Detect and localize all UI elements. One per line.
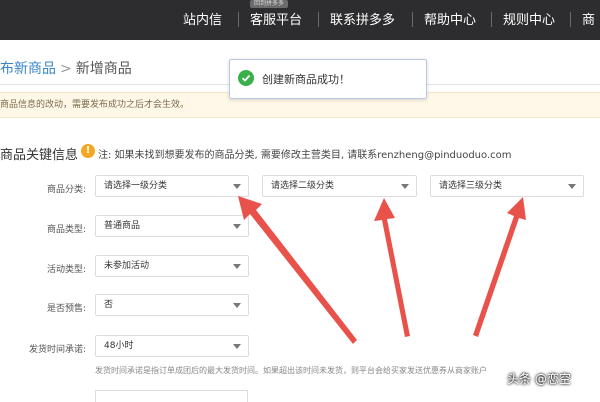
annotation-arrow-level2 <box>374 198 410 337</box>
annotation-arrow-level1 <box>238 196 357 344</box>
annotation-arrows <box>238 196 526 344</box>
annotation-arrow-level3 <box>473 197 526 337</box>
watermark: 头条 @恋空 <box>507 372 571 386</box>
